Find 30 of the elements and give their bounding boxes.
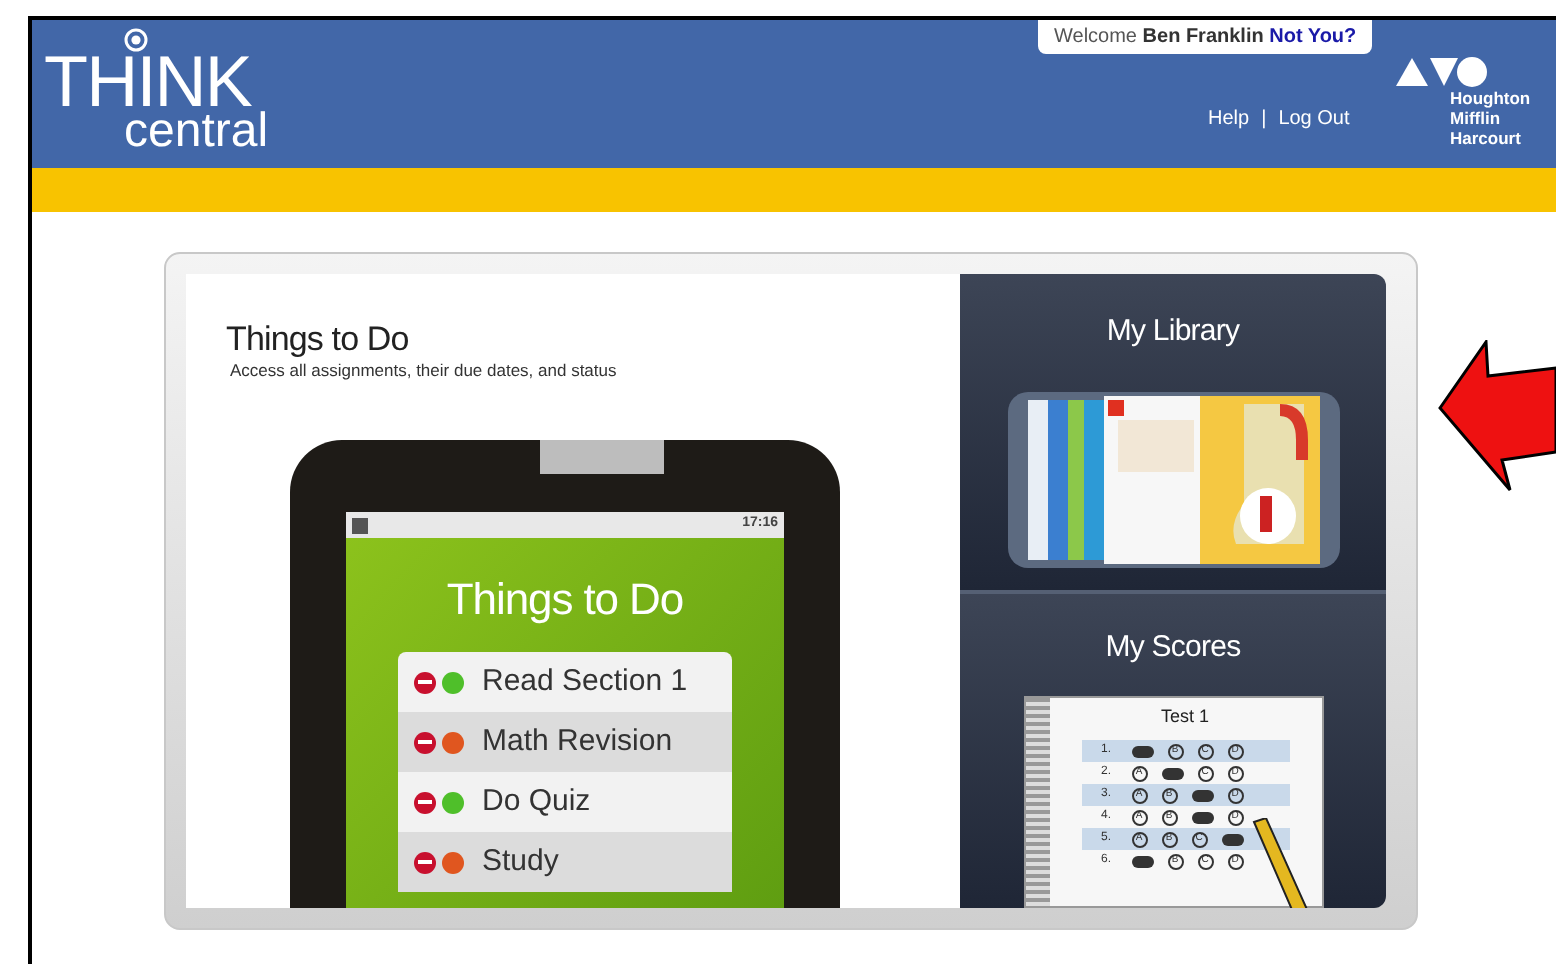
publisher-logo-icon bbox=[1396, 56, 1488, 88]
separator-text: | bbox=[1261, 106, 1267, 134]
remove-icon[interactable] bbox=[414, 851, 436, 873]
target-icon bbox=[124, 28, 148, 52]
publisher-name: Harcourt bbox=[1450, 128, 1523, 148]
library-tile[interactable]: My Library bbox=[960, 274, 1386, 590]
logo-subtext: central bbox=[124, 112, 269, 152]
remove-icon[interactable] bbox=[414, 791, 436, 813]
logo-text: THINK bbox=[44, 52, 252, 112]
tile-title: My Scores bbox=[1105, 628, 1241, 668]
panel-title: Things to Do bbox=[226, 318, 409, 362]
remove-icon[interactable] bbox=[414, 671, 436, 693]
task-label: Do Quiz bbox=[482, 781, 591, 822]
logout-link[interactable]: Log Out bbox=[1278, 104, 1350, 134]
task-label: Study bbox=[482, 841, 559, 882]
task-label: Math Revision bbox=[482, 721, 673, 762]
app-icon bbox=[352, 517, 368, 533]
phone-title: Things to Do bbox=[444, 572, 686, 628]
help-link[interactable]: Help bbox=[1208, 104, 1250, 134]
panel-subtitle: Access all assignments, their due dates, and status bbox=[230, 358, 617, 384]
pointer-arrow-icon bbox=[1438, 340, 1556, 492]
not-you-link[interactable]: Not You? bbox=[1269, 26, 1357, 48]
tile-title: My Library bbox=[1106, 312, 1240, 352]
sheet-title: Test 1 bbox=[1160, 703, 1209, 729]
phone-clip bbox=[540, 440, 664, 474]
welcome-badge: Welcome Ben Franklin Not You? bbox=[1038, 20, 1373, 54]
remove-icon[interactable] bbox=[414, 731, 436, 753]
publisher-name: Houghton bbox=[1450, 88, 1531, 108]
publisher-name: Mifflin bbox=[1450, 108, 1503, 128]
task-label: Read Section 1 bbox=[482, 661, 688, 702]
